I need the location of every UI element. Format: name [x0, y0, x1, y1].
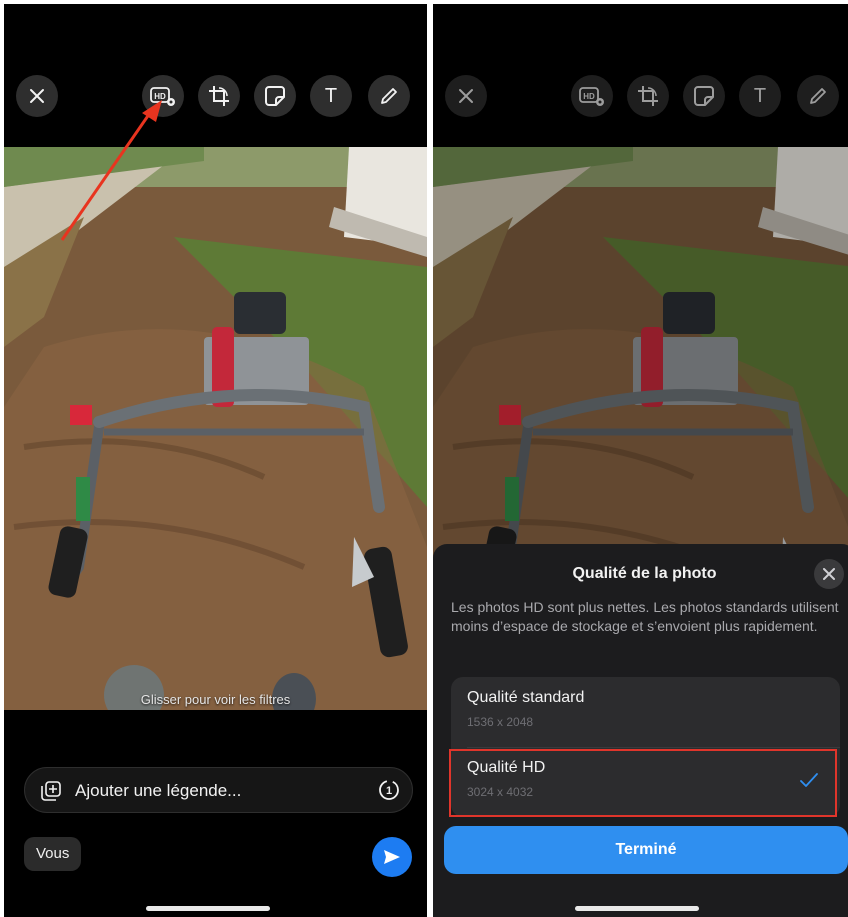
- caption-placeholder: Ajouter une légende...: [75, 781, 242, 800]
- close-button[interactable]: [16, 75, 58, 117]
- draw-icon: [381, 88, 397, 104]
- option-standard-quality[interactable]: Qualité standard 1536 x 2048: [451, 677, 840, 747]
- photo-quality-sheet: Qualité de la photo Les photos HD sont p…: [433, 544, 848, 917]
- send-icon: [384, 850, 400, 864]
- close-icon: [30, 89, 44, 103]
- crop-button[interactable]: [627, 75, 669, 117]
- crop-icon: [638, 86, 658, 106]
- swipe-filters-hint: Glisser pour voir les filtres: [140, 692, 291, 707]
- sticker-icon: [694, 86, 714, 106]
- sticker-button[interactable]: [254, 75, 296, 117]
- left-screen: HD T Glisser pour voir les filtres Ajout…: [4, 4, 427, 917]
- sticker-button[interactable]: [683, 75, 725, 117]
- text-button[interactable]: T: [739, 75, 781, 117]
- draw-button[interactable]: [797, 75, 839, 117]
- send-button[interactable]: [372, 837, 412, 877]
- option-resolution: 1536 x 2048: [467, 715, 534, 729]
- close-icon: [459, 89, 473, 103]
- sheet-description: Les photos HD sont plus nettes. Les phot…: [451, 599, 839, 634]
- option-label: Qualité standard: [467, 689, 585, 706]
- hd-quality-icon: HD: [579, 87, 604, 106]
- sheet-close-button[interactable]: [814, 559, 844, 589]
- text-icon: T: [753, 84, 767, 107]
- add-media-icon[interactable]: [41, 781, 61, 801]
- crop-button[interactable]: [198, 75, 240, 117]
- text-icon: T: [324, 84, 338, 107]
- annotation-arrow: [60, 100, 162, 241]
- view-once-icon[interactable]: 1: [378, 779, 400, 801]
- annotation-highlight-box: [449, 749, 837, 817]
- draw-icon: [810, 88, 826, 104]
- right-screen: HD T Qualité de la photo Les photos HD s…: [433, 4, 848, 917]
- svg-text:HD: HD: [583, 92, 595, 101]
- recipient-chip[interactable]: Vous: [24, 837, 82, 871]
- close-icon: [823, 568, 835, 580]
- home-indicator: [146, 906, 270, 911]
- done-button[interactable]: Terminé: [444, 826, 848, 874]
- home-indicator: [575, 906, 699, 911]
- draw-button[interactable]: [368, 75, 410, 117]
- sticker-icon: [265, 86, 285, 106]
- text-button[interactable]: T: [310, 75, 352, 117]
- view-once-label: 1: [386, 785, 392, 797]
- hd-quality-button[interactable]: HD: [571, 75, 613, 117]
- crop-icon: [209, 86, 229, 106]
- sheet-title: Qualité de la photo: [572, 565, 717, 582]
- caption-input[interactable]: Ajouter une légende... 1: [24, 767, 413, 813]
- close-button[interactable]: [445, 75, 487, 117]
